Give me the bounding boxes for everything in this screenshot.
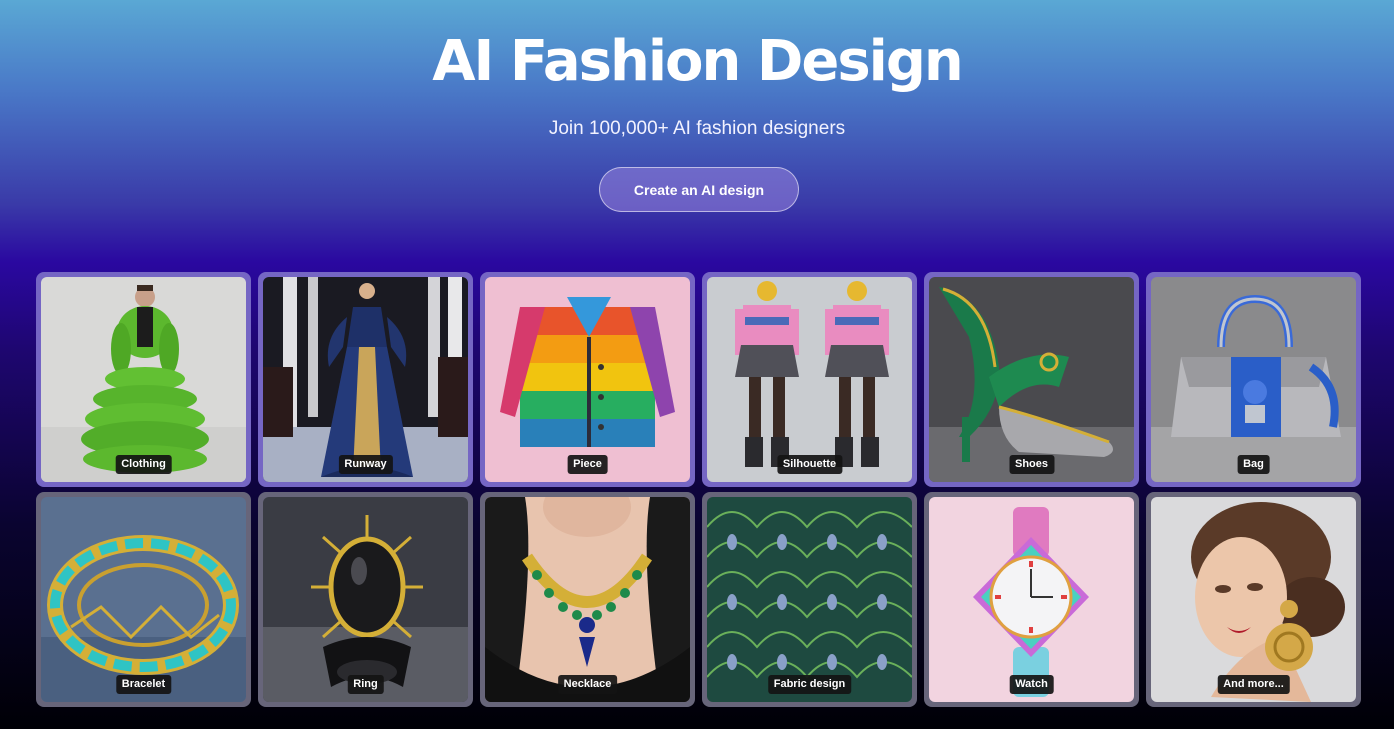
category-card-bracelet[interactable]: Bracelet [36, 492, 251, 707]
green-heel-shoe-image [929, 277, 1134, 482]
model-earring-image [1151, 497, 1356, 702]
page-subtitle: Join 100,000+ AI fashion designers [548, 118, 846, 139]
category-card-bag[interactable]: Bag [1146, 272, 1361, 487]
rainbow-coat-image [485, 277, 690, 482]
emerald-necklace-image [485, 497, 690, 702]
page-title: AI Fashion Design [432, 29, 964, 94]
category-label: Runway [338, 455, 393, 474]
green-puffer-outfit-image [41, 277, 246, 482]
category-label: Watch [1009, 675, 1054, 694]
category-card-watch[interactable]: Watch [924, 492, 1139, 707]
design-category-grid: Clothing Runway Piece Silhouette Shoes B… [36, 272, 1361, 707]
create-ai-design-button[interactable]: Create an AI design [599, 167, 799, 212]
category-card-and-more[interactable]: And more... [1146, 492, 1361, 707]
category-label: Necklace [557, 675, 618, 694]
category-label: Bracelet [115, 675, 172, 694]
turquoise-bracelet-image [41, 497, 246, 702]
category-label: Bag [1237, 455, 1270, 474]
category-label: Shoes [1008, 455, 1055, 474]
iridescent-watch-image [929, 497, 1134, 702]
category-card-ring[interactable]: Ring [258, 492, 473, 707]
category-card-shoes[interactable]: Shoes [924, 272, 1139, 487]
category-label: Piece [567, 455, 608, 474]
runway-gown-image [263, 277, 468, 482]
category-label: Fabric design [767, 675, 852, 694]
category-card-silhouette[interactable]: Silhouette [702, 272, 917, 487]
category-card-necklace[interactable]: Necklace [480, 492, 695, 707]
peacock-fabric-image [707, 497, 912, 702]
category-label: And more... [1217, 675, 1290, 694]
category-card-clothing[interactable]: Clothing [36, 272, 251, 487]
category-label: Ring [347, 675, 384, 694]
category-label: Silhouette [776, 455, 843, 474]
category-card-piece[interactable]: Piece [480, 272, 695, 487]
category-card-runway[interactable]: Runway [258, 272, 473, 487]
streetwear-silhouette-image [707, 277, 912, 482]
hero: AI Fashion Design Join 100,000+ AI fashi… [0, 0, 1394, 260]
category-label: Clothing [115, 455, 172, 474]
black-stone-ring-image [263, 497, 468, 702]
category-card-fabric-design[interactable]: Fabric design [702, 492, 917, 707]
handbag-image [1151, 277, 1356, 482]
